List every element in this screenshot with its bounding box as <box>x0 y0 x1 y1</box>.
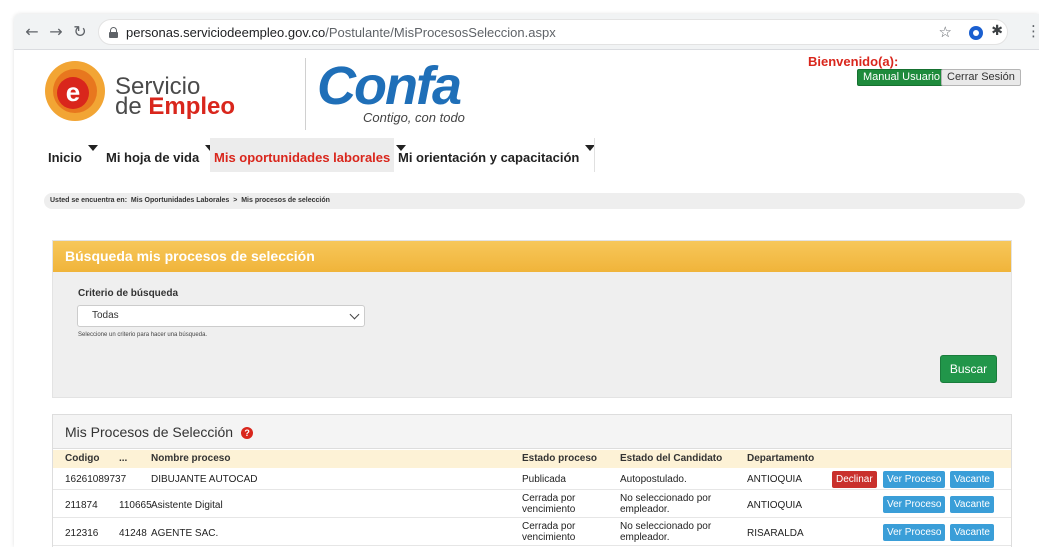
declinar-button[interactable]: Declinar <box>832 471 877 488</box>
cell-departamento: ANTIOQUIA <box>747 474 803 485</box>
breadcrumb: Usted se encuentra en: Mis Oportunidades… <box>44 193 1025 209</box>
vacante-button[interactable]: Vacante <box>950 524 994 541</box>
cell-departamento: RISARALDA <box>747 528 804 539</box>
table-row: 211874 110665 Asistente Digital Cerrada … <box>53 491 1011 518</box>
breadcrumb-separator: > <box>233 197 238 204</box>
criterion-select[interactable]: Todas <box>77 305 365 327</box>
cell-num: 110665 <box>119 500 152 511</box>
confa-tagline: Contigo, con todo <box>363 110 465 125</box>
ver-proceso-button[interactable]: Ver Proceso <box>883 471 946 488</box>
ver-proceso-button[interactable]: Ver Proceso <box>883 524 946 541</box>
col-estado-proceso: Estado proceso <box>522 453 598 464</box>
servicio-empleo-logo-icon: e <box>45 61 105 121</box>
cell-nombre: Asistente Digital <box>151 500 223 511</box>
cell-estado-candidato: Autopostulado. <box>620 474 687 485</box>
reload-icon[interactable]: ↻ <box>70 22 90 42</box>
cell-estado-proceso: Publicada <box>522 474 566 485</box>
cell-nombre: DIBUJANTE AUTOCAD <box>151 474 258 485</box>
back-icon[interactable]: ← <box>22 22 42 42</box>
cerrar-sesion-button[interactable]: Cerrar Sesión <box>941 69 1021 86</box>
menu-item-inicio[interactable]: Inicio <box>44 138 98 172</box>
cell-nombre: AGENTE SAC. <box>151 528 219 539</box>
cell-estado-candidato: No seleccionado por empleador. <box>620 493 712 515</box>
chevron-down-icon <box>349 309 360 320</box>
criterion-selected-value: Todas <box>92 310 119 321</box>
svg-text:e: e <box>66 77 80 107</box>
confa-logo: Confa <box>317 56 462 116</box>
col-departamento: Departamento <box>747 453 815 464</box>
ver-proceso-button[interactable]: Ver Proceso <box>883 496 946 513</box>
url-text: personas.serviciodeempleo.gov.co/Postula… <box>126 25 556 40</box>
breadcrumb-prefix: Usted se encuentra en: <box>50 197 128 204</box>
cell-estado-candidato: No seleccionado por empleador. <box>620 521 712 543</box>
cell-codigo: 211874 <box>65 500 98 511</box>
col-codigo: Codigo <box>65 453 100 464</box>
address-bar[interactable]: personas.serviciodeempleo.gov.co/Postula… <box>98 19 1008 45</box>
screen: ← → ↻ personas.serviciodeempleo.gov.co/P… <box>0 0 1039 547</box>
search-panel-title: Búsqueda mis procesos de selección <box>53 241 1011 272</box>
caret-down-icon <box>87 145 98 151</box>
menu-item-orientacion[interactable]: Mi orientación y capacitación <box>394 138 596 172</box>
manual-usuario-button[interactable]: Manual Usuario <box>857 69 947 86</box>
buscar-button[interactable]: Buscar <box>940 355 997 383</box>
cell-estado-proceso: Cerrada por vencimiento <box>522 521 576 543</box>
vacante-button[interactable]: Vacante <box>950 471 994 488</box>
browser-window: ← → ↻ personas.serviciodeempleo.gov.co/P… <box>14 14 1039 547</box>
help-question-icon[interactable]: ? <box>241 427 254 439</box>
logo-line2: de Empleo <box>115 93 236 120</box>
cell-departamento: ANTIOQUIA <box>747 500 803 511</box>
welcome-text: Bienvenido(a): <box>808 54 899 69</box>
extension-icon[interactable] <box>969 26 983 40</box>
cell-num: 41248 <box>119 528 147 539</box>
breadcrumb-link-oportunidades[interactable]: Mis Oportunidades Laborales <box>131 197 229 204</box>
puzzle-extensions-icon[interactable]: ✱ <box>991 23 1003 39</box>
col-nombre: Nombre proceso <box>151 453 231 464</box>
browser-menu-icon[interactable]: ⋮ <box>1026 22 1039 40</box>
cell-estado-proceso: Cerrada por vencimiento <box>522 493 576 515</box>
criterion-help-text: Seleccione un criterio para hacer una bú… <box>78 332 208 338</box>
cell-codigo: 16261089737 <box>65 474 127 485</box>
menu-item-hoja-de-vida[interactable]: Mi hoja de vida <box>102 138 216 172</box>
browser-toolbar: ← → ↻ personas.serviciodeempleo.gov.co/P… <box>14 14 1039 50</box>
menu-item-oportunidades[interactable]: Mis oportunidades laborales <box>210 138 407 172</box>
lock-icon <box>109 27 118 38</box>
criterion-label: Criterio de búsqueda <box>78 288 179 299</box>
table-row: 212316 41248 AGENTE SAC. Cerrada por venc… <box>53 519 1011 546</box>
col-dots: ... <box>119 453 128 464</box>
breadcrumb-current: Mis procesos de selección <box>241 197 330 204</box>
results-panel: Mis Procesos de Selección? Codigo ... No… <box>52 414 1012 547</box>
table-row: 16261089737 DIBUJANTE AUTOCAD Publicada … <box>53 469 1011 490</box>
menu-divider <box>594 138 595 172</box>
table-header: Codigo ... Nombre proceso Estado proceso… <box>53 450 1011 468</box>
results-title: Mis Procesos de Selección? <box>53 415 1011 449</box>
search-panel: Búsqueda mis procesos de selección Crite… <box>52 240 1012 398</box>
vacante-button[interactable]: Vacante <box>950 496 994 513</box>
col-estado-candidato: Estado del Candidato <box>620 453 723 464</box>
forward-icon[interactable]: → <box>46 22 66 42</box>
cell-codigo: 212316 <box>65 528 99 539</box>
bookmark-star-icon[interactable]: ☆ <box>939 23 952 41</box>
header-divider <box>305 58 306 130</box>
